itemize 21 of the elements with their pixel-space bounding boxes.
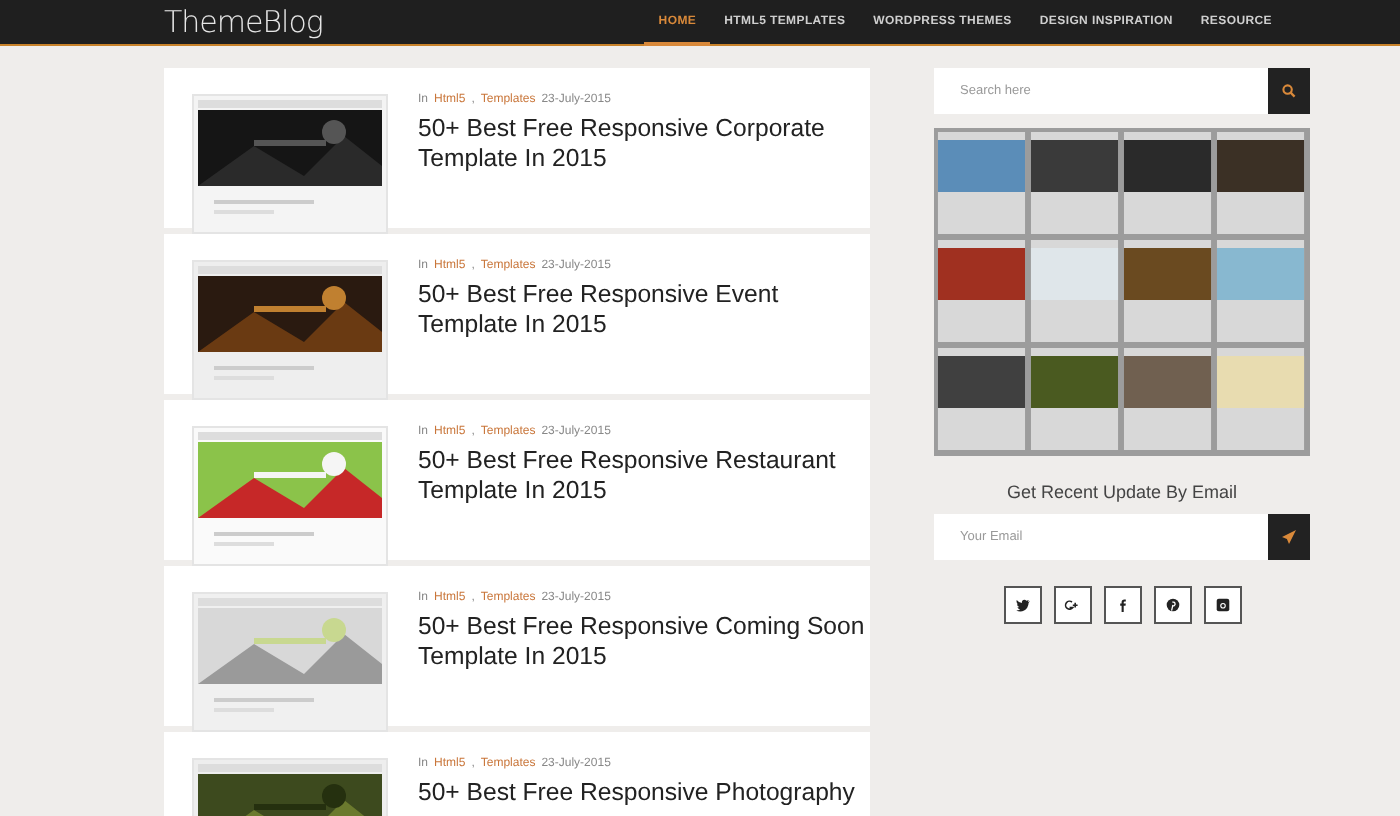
search-icon xyxy=(1282,84,1296,98)
post-title[interactable]: 50+ Best Free Responsive Event Template In 2015 xyxy=(418,280,868,340)
instagram-icon xyxy=(1215,598,1229,612)
social-button[interactable] xyxy=(1053,586,1091,624)
send-button[interactable] xyxy=(1268,514,1310,560)
post-title[interactable]: 50+ Best Free Responsive Photography xyxy=(418,778,868,808)
facebook-icon xyxy=(1115,598,1129,612)
social-button[interactable] xyxy=(1153,586,1191,624)
social-button[interactable] xyxy=(1203,586,1241,624)
post-title[interactable]: 50+ Best Free Responsive Corporate Template In 2015 xyxy=(418,114,868,174)
social-button[interactable] xyxy=(1103,586,1141,624)
post-title[interactable]: 50+ Best Free Responsive Restaurant Template In 2015 xyxy=(418,446,868,506)
twitter-icon xyxy=(1015,598,1029,612)
paper-plane-icon xyxy=(1282,530,1296,544)
search-button[interactable] xyxy=(1268,68,1310,114)
pinterest-icon xyxy=(1165,598,1179,612)
subscribe-heading: Get Recent Update By Email xyxy=(1004,482,1240,502)
google-plus-icon xyxy=(1064,597,1080,613)
logo[interactable]: ThemeBlog xyxy=(164,0,323,44)
post-title[interactable]: 50+ Best Free Responsive Coming Soon Template In 2015 xyxy=(418,612,868,672)
social-button[interactable] xyxy=(1003,586,1041,624)
